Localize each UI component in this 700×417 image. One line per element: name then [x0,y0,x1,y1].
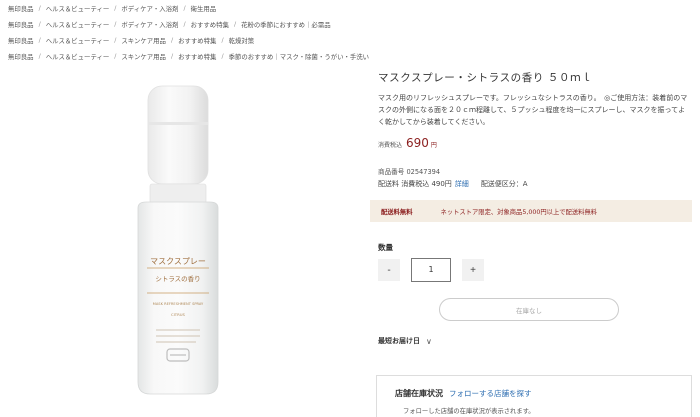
breadcrumb-link[interactable]: おすすめ特集 [191,20,229,29]
price-value: 690 [406,136,429,150]
breadcrumb-separator: / [170,36,174,44]
image-label-sub: シトラスの香り [155,274,200,283]
breadcrumb-link[interactable]: 花粉の季節におすすめ｜必需品 [241,20,330,29]
breadcrumb-separator: / [233,20,237,28]
image-label-jp: マスクスプレー [150,257,206,266]
breadcrumb-separator: / [221,36,224,44]
product-number: 商品番号 02547394 [378,168,441,176]
breadcrumb-separator: / [114,36,117,44]
breadcrumb-separator: / [114,4,117,12]
breadcrumb-link[interactable]: 無印良品 [8,52,34,61]
product-image[interactable]: マスクスプレー シトラスの香り MASK REFRESHMENT SPRAY C… [0,62,355,417]
breadcrumb-link[interactable]: スキンケア用品 [121,36,166,45]
breadcrumb-separator: / [38,4,41,12]
shipping-row: 配送料 消費税込 490円 詳細 配送便区分：A [378,179,528,189]
breadcrumb-link[interactable]: 乾燥対策 [229,36,255,45]
breadcrumb-link[interactable]: ヘルス＆ビューティー [46,20,110,29]
free-shipping-note: ネットストア限定、対象商品5,000円以上で配送料無料 [440,208,598,216]
breadcrumb-link[interactable]: ボディケア・入浴剤 [121,20,178,29]
breadcrumb-link[interactable]: ボディケア・入浴剤 [121,4,178,13]
breadcrumb-link[interactable]: 季節のおすすめ｜マスク・除菌・うがい・手洗い [229,52,369,61]
breadcrumb-separator: / [114,20,117,28]
quantity-minus-button[interactable]: - [378,259,400,281]
breadcrumb-row-1: 無印良品 / ヘルス＆ビューティー / ボディケア・入浴剤 / 衛生用品 [0,0,700,16]
price-row: 消費税込 690 円 [378,136,437,150]
out-of-stock-button[interactable]: 在庫なし [439,298,619,321]
breadcrumb-link[interactable]: ヘルス＆ビューティー [46,4,110,13]
free-shipping-tag: 配送料無料 [381,208,413,216]
breadcrumb-link[interactable]: ヘルス＆ビューティー [46,36,110,45]
breadcrumb-link[interactable]: ヘルス＆ビューティー [46,52,110,61]
breadcrumb-separator: / [170,52,174,60]
product-description: マスク用のリフレッシュスプレーです。フレッシュなシトラスの香り。 ◎ご使用方法：… [378,94,688,126]
breadcrumb-link[interactable]: スキンケア用品 [121,52,166,61]
quantity-stepper: - 1 + [378,258,484,282]
breadcrumb-link[interactable]: 衛生用品 [191,4,217,13]
breadcrumb-link[interactable]: おすすめ特集 [178,36,216,45]
breadcrumb-link[interactable]: 無印良品 [8,36,34,45]
breadcrumb-separator: / [38,52,41,60]
product-title: マスクスプレー・シトラスの香り ５０ｍｌ [378,72,593,84]
breadcrumb-row-3: 無印良品 / ヘルス＆ビューティー / スキンケア用品 / おすすめ特集 / 乾燥対策 [0,32,700,48]
price-label: 消費税込 [378,142,403,149]
shipping-fee: 配送料 消費税込 490円 [378,180,452,188]
store-stock-box: 店舗在庫状況 フォローする店舗を探す フォローした店舗の在庫状況が表示されます。 [376,375,692,417]
image-label-en2: CITRUS [171,312,186,317]
spray-bottle-image: マスクスプレー シトラスの香り MASK REFRESHMENT SPRAY C… [137,85,219,395]
earliest-delivery-toggle[interactable]: 最短お届け日 ∨ [378,336,432,346]
follow-store-link[interactable]: フォローする店舗を探す [449,389,532,398]
breadcrumb-separator: / [183,20,186,28]
store-stock-heading: 店舗在庫状況 [395,389,443,398]
breadcrumb-separator: / [38,20,41,28]
store-stock-title: 店舗在庫状況 フォローする店舗を探す [395,388,532,399]
shipping-detail-link[interactable]: 詳細 [455,180,469,188]
earliest-delivery-label: 最短お届け日 [378,337,420,345]
breadcrumb-separator: / [114,52,117,60]
breadcrumb-link[interactable]: 無印良品 [8,20,34,29]
breadcrumbs: 無印良品 / ヘルス＆ビューティー / ボディケア・入浴剤 / 衛生用品 無印良品 / … [0,0,700,64]
image-label-en: MASK REFRESHMENT SPRAY [153,302,204,306]
quantity-label: 数量 [378,243,393,252]
breadcrumb-separator: / [38,36,41,44]
breadcrumb-link[interactable]: おすすめ特集 [178,52,216,61]
breadcrumb-link[interactable]: 無印良品 [8,4,34,13]
breadcrumb-separator: / [183,4,186,12]
product-info: マスクスプレー・シトラスの香り ５０ｍｌ マスク用のリフレッシュスプレーです。フ… [370,70,692,417]
breadcrumb-separator: / [221,52,224,60]
price-unit: 円 [430,142,437,149]
quantity-plus-button[interactable]: + [462,259,484,281]
chevron-down-icon: ∨ [426,336,432,346]
quantity-input[interactable]: 1 [411,258,451,282]
breadcrumb-row-2: 無印良品 / ヘルス＆ビューティー / ボディケア・入浴剤 / おすすめ特集 / 花粉の… [0,16,700,32]
shipping-class: 配送便区分：A [480,180,528,188]
free-shipping-banner: 配送料無料 ネットストア限定、対象商品5,000円以上で配送料無料 [370,200,692,222]
store-stock-note: フォローした店舗の在庫状況が表示されます。 [403,408,535,415]
